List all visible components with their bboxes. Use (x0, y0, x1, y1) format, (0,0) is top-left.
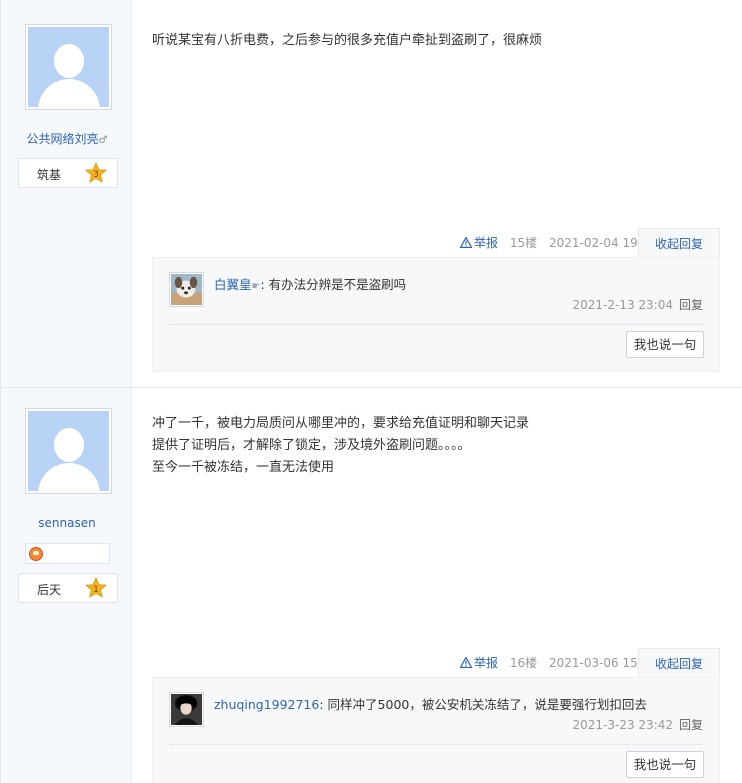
author-name[interactable]: sennasen (38, 516, 95, 530)
floor-number: 16楼 (509, 656, 538, 670)
default-avatar-icon (28, 27, 109, 107)
person-photo-avatar (171, 694, 202, 725)
post-content: 听说某宝有八折电费，之后参与的很多充值户牵扯到盗刷了，很麻烦 (152, 30, 542, 52)
collapse-replies-button[interactable]: 收起回复 (638, 648, 720, 678)
level-badge[interactable]: 筑基 3 (18, 158, 118, 188)
reply-username[interactable]: zhuqing1992716 (214, 697, 319, 712)
level-number: 1 (93, 585, 99, 595)
level-name: 后天 (37, 583, 62, 597)
reply-text: zhuqing1992716: 同样冲了5000，被公安机关冻结了，说是要强行划… (214, 694, 647, 713)
post-content: 冲了一千，被电力局质问从哪里冲的，要求给充值证明和聊天记录 提供了证明后，才解除… (152, 413, 529, 479)
report-link[interactable]: 举报 (460, 656, 502, 670)
post-text-line: 冲了一千，被电力局质问从哪里冲的，要求给充值证明和聊天记录 (152, 416, 530, 431)
reply-body: 有办法分辨是不是盗刷吗 (264, 277, 407, 292)
post-text-line: 听说某宝有八折电费，之后参与的很多充值户牵扯到盗刷了，很麻烦 (152, 33, 543, 48)
star-icon: 3 (85, 162, 107, 183)
author-name-link[interactable]: 公共网络刘亮♂ (1, 130, 133, 147)
reply-box: zhuqing1992716: 同样冲了5000，被公安机关冻结了，说是要强行划… (152, 677, 720, 783)
reply-username[interactable]: 白翼皇 (214, 277, 252, 292)
report-label[interactable]: 举报 (474, 236, 498, 250)
author-avatar[interactable] (25, 24, 112, 110)
reply-text: 白翼皇☛: 有办法分辨是不是盗刷吗 (214, 274, 406, 293)
post-tail: 举报 16楼 2021-03-06 15:03 (460, 654, 657, 674)
reply-time: 2021-2-13 23:04 (572, 298, 673, 312)
reply-item: 白翼皇☛: 有办法分辨是不是盗刷吗 2021-2-13 23:04 回复 (169, 270, 703, 325)
report-link[interactable]: 举报 (460, 236, 502, 250)
warning-triangle-icon (460, 657, 472, 668)
report-label[interactable]: 举报 (474, 656, 498, 670)
medal-row (25, 543, 110, 564)
post-text-line: 提供了证明后，才解除了锁定，涉及境外盗刷问题。。。。 (152, 438, 471, 453)
author-avatar[interactable] (25, 408, 112, 494)
reply-reply-link[interactable]: 回复 (679, 718, 703, 732)
floor-number: 15楼 (509, 236, 538, 250)
reply-body: 同样冲了5000，被公安机关冻结了，说是要强行划扣回去 (323, 697, 647, 712)
reply-item: zhuqing1992716: 同样冲了5000，被公安机关冻结了，说是要强行划… (169, 690, 703, 745)
reply-reply-link[interactable]: 回复 (679, 298, 703, 312)
medal-icon[interactable] (29, 547, 43, 561)
author-sidebar: sennasen 后天 1 (0, 388, 132, 783)
reply-user-avatar[interactable] (169, 692, 204, 727)
level-number: 3 (93, 170, 99, 180)
dog-photo-avatar (171, 274, 202, 305)
default-avatar-icon (28, 411, 109, 491)
star-icon: 1 (85, 577, 107, 598)
reply-meta: 2021-3-23 23:42 回复 (572, 716, 703, 733)
reply-user-avatar[interactable] (169, 272, 204, 307)
author-sidebar: 公共网络刘亮♂ 筑基 3 (0, 0, 132, 387)
level-name: 筑基 (37, 168, 62, 182)
post-floor-15: 公共网络刘亮♂ 筑基 3 听说某宝有八折电费，之后参与的很多充值户牵扯到盗刷了，… (0, 0, 742, 388)
author-name-link[interactable]: sennasen (1, 516, 133, 530)
author-name[interactable]: 公共网络刘亮 (27, 132, 99, 146)
reply-meta: 2021-2-13 23:04 回复 (572, 296, 703, 313)
post-floor-16: sennasen 后天 1 冲了一千，被电力局质问从哪里冲的，要求给充值证明和聊… (0, 388, 742, 783)
say-something-button[interactable]: 我也说一句 (626, 751, 704, 778)
reply-box: 白翼皇☛: 有办法分辨是不是盗刷吗 2021-2-13 23:04 回复 我也说一… (152, 257, 720, 372)
male-icon: ♂ (98, 135, 108, 146)
reply-time: 2021-3-23 23:42 (572, 718, 673, 732)
warning-triangle-icon (460, 237, 472, 248)
post-tail: 举报 15楼 2021-02-04 19:33 (460, 234, 657, 254)
post-text-line: 至今一千被冻结，一直无法使用 (152, 460, 335, 475)
collapse-replies-button[interactable]: 收起回复 (638, 228, 720, 258)
level-badge[interactable]: 后天 1 (18, 573, 118, 603)
say-something-button[interactable]: 我也说一句 (626, 331, 704, 358)
